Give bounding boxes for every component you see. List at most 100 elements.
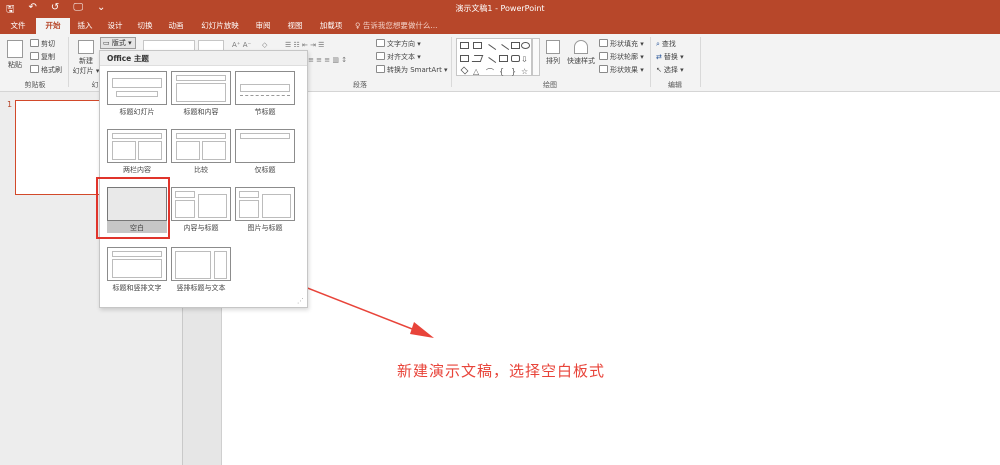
layout-content-caption[interactable]: 内容与标题 — [171, 187, 231, 233]
new-slide-button[interactable]: 新建 幻灯片 ▾ — [72, 40, 100, 76]
paste-button[interactable]: 粘贴 — [4, 40, 26, 70]
replace-button[interactable]: ⇄ 替换 ▾ — [656, 52, 684, 62]
cut-label: 剪切 — [41, 40, 55, 48]
paste-icon — [7, 40, 23, 58]
shape-fill-label: 形状填充 ▾ — [610, 40, 644, 48]
format-painter-button[interactable]: 格式刷 — [30, 65, 62, 75]
rectangle-shape-icon[interactable] — [460, 55, 469, 62]
select-button[interactable]: ↖ 选择 ▾ — [656, 65, 684, 75]
scissors-icon — [30, 39, 39, 47]
layout-title-content[interactable]: 标题和内容 — [171, 71, 231, 117]
bullets-icon[interactable]: ☰ ☷ ⇤ ⇥ ☰ — [285, 41, 324, 49]
group-label-clipboard: 剪贴板 — [24, 81, 46, 89]
new-slide-label: 新建 — [79, 57, 93, 65]
layout-caption: 两栏内容 — [123, 166, 151, 174]
rounded-shape-icon[interactable] — [511, 55, 520, 62]
rectangle-shape-icon[interactable] — [499, 55, 508, 62]
layout-caption: 标题和竖排文字 — [112, 284, 162, 292]
triangle-shape-icon[interactable]: △ — [473, 67, 482, 76]
copy-label: 复制 — [41, 53, 55, 61]
shape-outline-button[interactable]: 形状轮廓 ▾ — [599, 52, 644, 62]
tab-transitions[interactable]: 切换 — [132, 18, 158, 34]
align-text-button[interactable]: 对齐文本 ▾ — [376, 52, 421, 62]
tab-slideshow[interactable]: 幻灯片放映 — [198, 18, 242, 34]
layout-picture-caption[interactable]: 图片与标题 — [235, 187, 295, 233]
convert-smartart-label: 转换为 SmartArt ▾ — [387, 66, 448, 74]
rectangle-shape-icon[interactable] — [511, 42, 520, 49]
cut-button[interactable]: 剪切 — [30, 39, 55, 49]
tab-insert[interactable]: 插入 — [72, 18, 98, 34]
quick-styles-icon — [574, 40, 588, 54]
layout-vertical-title-text[interactable]: 竖排标题与文本 — [171, 247, 231, 293]
arrange-button[interactable]: 排列 — [545, 40, 561, 66]
brush-icon — [30, 65, 39, 73]
shape-effects-label: 形状效果 ▾ — [610, 66, 644, 74]
arrow-shape-icon[interactable] — [497, 44, 510, 55]
textbox-vertical-icon[interactable] — [473, 42, 482, 49]
tab-review[interactable]: 审阅 — [250, 18, 276, 34]
layout-button[interactable]: ▭ 版式 ▾ — [100, 37, 136, 49]
layout-thumbnail — [171, 71, 231, 105]
replace-icon: ⇄ — [656, 53, 662, 61]
new-slide-label-2: 幻灯片 ▾ — [72, 67, 100, 75]
tab-design[interactable]: 设计 — [102, 18, 128, 34]
copy-icon — [30, 52, 39, 60]
tell-me-search[interactable]: ♀ 告诉我您想要做什么... — [355, 18, 438, 34]
shape-effects-button[interactable]: 形状效果 ▾ — [599, 65, 644, 75]
layout-caption: 标题和内容 — [183, 108, 219, 116]
oval-shape-icon[interactable] — [521, 42, 530, 49]
layout-thumbnail — [235, 129, 295, 163]
layout-thumbnail — [171, 129, 231, 163]
layout-caption: 比较 — [194, 166, 208, 174]
select-label: 选择 ▾ — [663, 66, 684, 74]
layout-thumbnail — [235, 187, 295, 221]
brace-shape-icon[interactable]: { — [499, 67, 508, 76]
text-direction-label: 文字方向 ▾ — [387, 40, 421, 48]
tab-home[interactable]: 开始 — [36, 18, 70, 34]
slide-canvas[interactable] — [222, 92, 1000, 465]
replace-label: 替换 ▾ — [663, 53, 684, 61]
textbox-shape-icon[interactable] — [460, 42, 469, 49]
text-direction-button[interactable]: 文字方向 ▾ — [376, 39, 421, 49]
layout-thumbnail — [171, 247, 231, 281]
line-shape-icon[interactable] — [484, 44, 497, 55]
star-shape-icon[interactable]: ☆ — [521, 67, 530, 76]
shapes-gallery-scroll[interactable] — [532, 38, 540, 76]
layout-comparison[interactable]: 比较 — [171, 129, 231, 175]
effects-icon — [599, 65, 608, 73]
down-arrow-shape-icon[interactable]: ⇩ — [521, 55, 530, 64]
brace-shape-icon[interactable]: } — [511, 67, 520, 76]
layout-gallery-header: Office 主题 — [100, 51, 307, 66]
layout-caption: 节标题 — [254, 108, 276, 116]
font-size-buttons[interactable]: A⁺ A⁻ — [232, 41, 251, 49]
group-label-drawing: 绘图 — [543, 81, 557, 89]
layout-thumbnail — [107, 247, 167, 281]
shape-fill-button[interactable]: 形状填充 ▾ — [599, 39, 644, 49]
tab-view[interactable]: 视图 — [282, 18, 308, 34]
group-separator — [650, 37, 651, 87]
layout-caption: 竖排标题与文本 — [176, 284, 226, 292]
arc-shape-icon[interactable]: ⌒ — [486, 67, 495, 77]
layout-two-content[interactable]: 两栏内容 — [107, 129, 167, 175]
layout-icon: ▭ — [103, 39, 112, 47]
layout-title-only[interactable]: 仅标题 — [235, 129, 295, 175]
resize-grip-icon[interactable]: ⋰ — [297, 297, 304, 305]
align-text-icon — [376, 52, 385, 60]
shape-outline-label: 形状轮廓 ▾ — [610, 53, 644, 61]
layout-title-slide[interactable]: 标题幻灯片 — [107, 71, 167, 117]
copy-button[interactable]: 复制 — [30, 52, 55, 62]
tab-file[interactable]: 文件 — [4, 18, 32, 34]
diamond-shape-icon[interactable] — [460, 66, 469, 75]
layout-title-vertical-text[interactable]: 标题和竖排文字 — [107, 247, 167, 293]
find-button[interactable]: ⌕ 查找 — [656, 39, 676, 49]
layout-section-header[interactable]: 节标题 — [235, 71, 295, 117]
quick-styles-button[interactable]: 快速样式 — [566, 40, 596, 66]
selection-highlight-frame — [96, 177, 170, 239]
cursor-icon: ↖ — [656, 66, 662, 74]
tab-addins[interactable]: 加载项 — [314, 18, 348, 34]
convert-smartart-button[interactable]: 转换为 SmartArt ▾ — [376, 65, 448, 75]
tab-animations[interactable]: 动画 — [163, 18, 189, 34]
clear-format-icon[interactable]: ◇ — [262, 41, 267, 49]
shapes-gallery[interactable]: ⇩ △ ⌒ { } ☆ — [456, 38, 532, 77]
triangle-shape-icon[interactable] — [471, 55, 484, 62]
